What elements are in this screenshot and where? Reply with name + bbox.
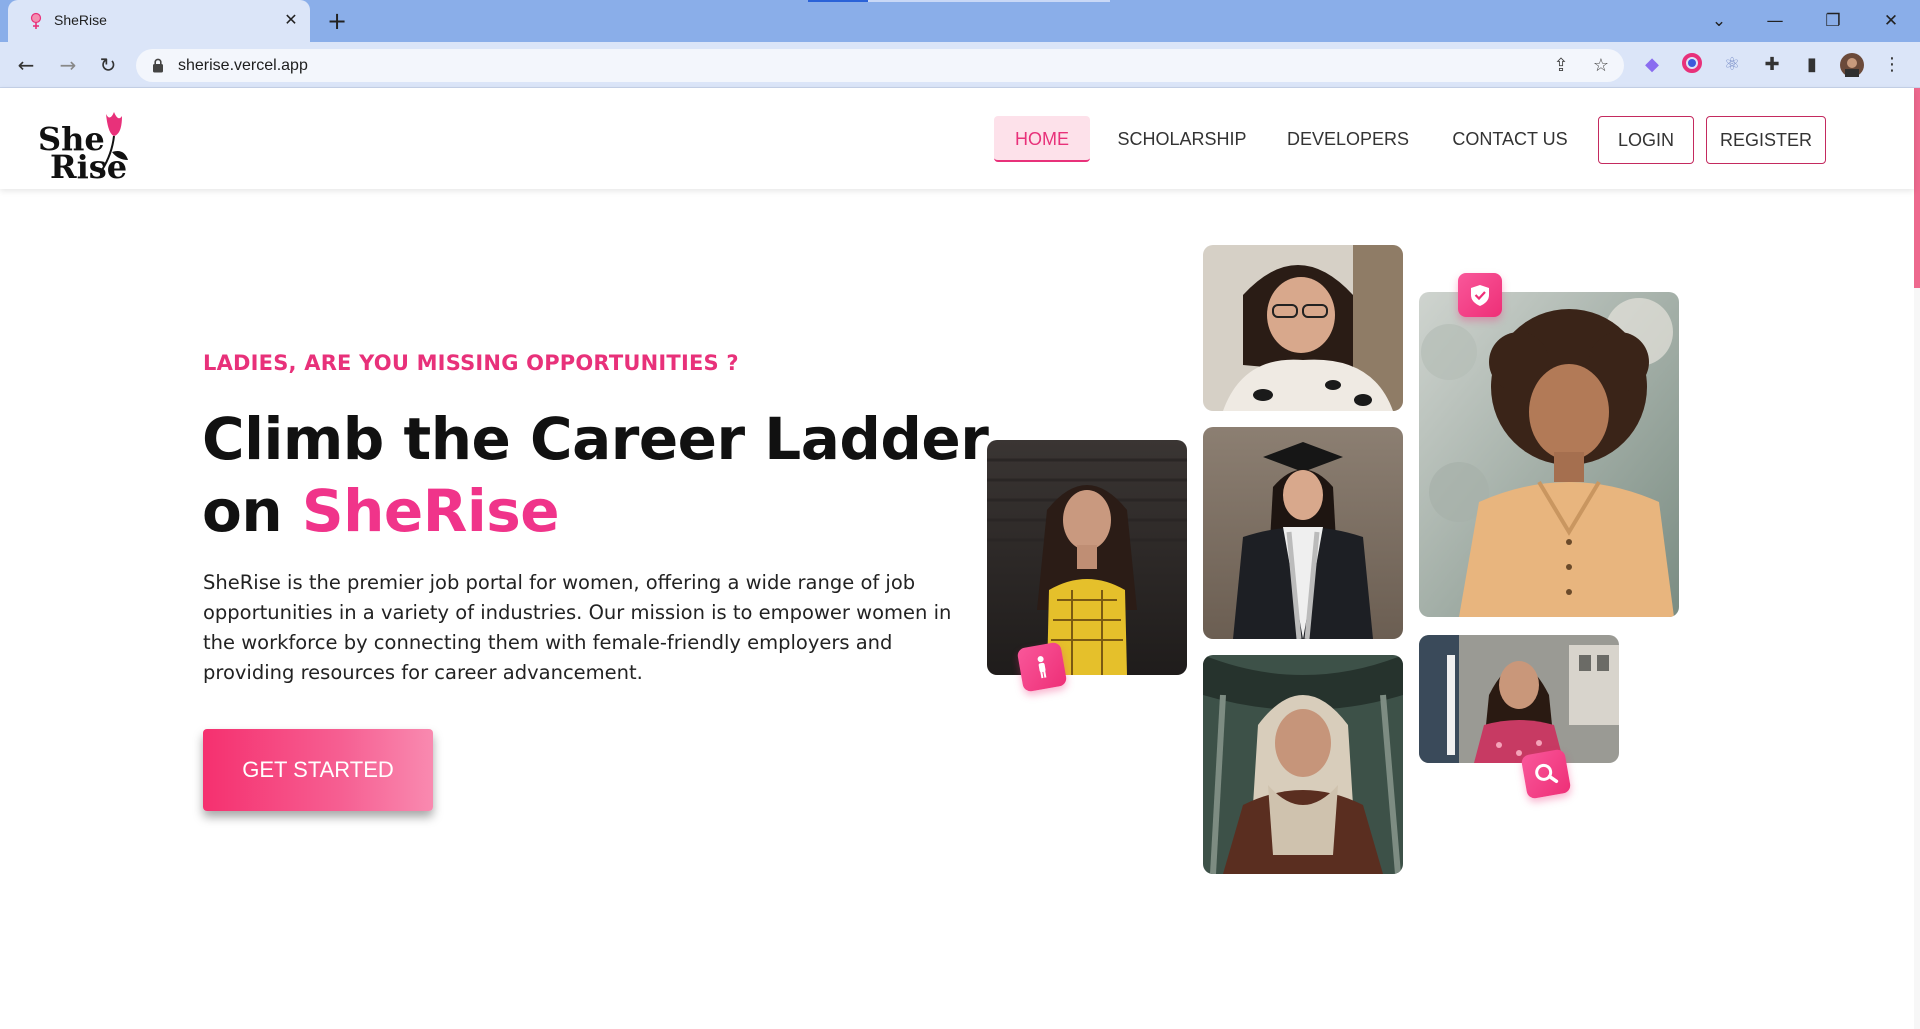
- person-badge: [1016, 641, 1068, 693]
- browser-menu-icon[interactable]: ⋮: [1880, 53, 1904, 77]
- extension-react-icon[interactable]: ⚛: [1720, 53, 1744, 77]
- person-icon: [1037, 656, 1047, 679]
- minimize-button[interactable]: —: [1752, 6, 1798, 36]
- reload-icon[interactable]: ↻: [92, 49, 124, 81]
- photo-woman-yellow-top: [987, 440, 1187, 675]
- back-arrow-icon[interactable]: ←: [10, 49, 42, 81]
- headline-brand: SheRise: [301, 477, 560, 545]
- headline-prefix: on: [202, 477, 302, 545]
- sherise-logo[interactable]: She Rise: [36, 112, 132, 183]
- forward-arrow-icon[interactable]: →: [52, 49, 84, 81]
- extension-drop-icon[interactable]: ◆: [1640, 53, 1664, 77]
- headline-line-2: on SheRise: [202, 475, 988, 547]
- new-tab-button[interactable]: +: [324, 9, 350, 35]
- headline-line-1: Climb the Career Ladder: [202, 405, 989, 473]
- shield-check-icon: [1471, 285, 1489, 306]
- site-header: She Rise HOME SCHOLARSHIP DEVELOPERS CON…: [0, 88, 1914, 189]
- get-started-button[interactable]: GET STARTED: [203, 729, 433, 811]
- tab-title: SheRise: [54, 12, 107, 28]
- hero-eyebrow: LADIES, ARE YOU MISSING OPPORTUNITIES ?: [203, 351, 739, 375]
- photo-woman-graduation: [1203, 427, 1403, 639]
- photo-woman-curly-hair: [1419, 292, 1679, 617]
- tab-strip-highlight-faint: [868, 0, 1110, 2]
- close-tab-icon[interactable]: ✕: [280, 9, 302, 31]
- search-icon: [1535, 763, 1559, 784]
- hero-headline: Climb the Career Ladder on SheRise: [202, 403, 989, 547]
- side-panel-icon[interactable]: ▮: [1800, 53, 1824, 77]
- nav-home[interactable]: HOME: [994, 116, 1090, 162]
- extension-color-icon[interactable]: [1680, 53, 1704, 77]
- photo-woman-pink-top: [1419, 635, 1619, 763]
- login-button[interactable]: LOGIN: [1598, 116, 1694, 164]
- photo-woman-glasses: [1203, 245, 1403, 411]
- page: She Rise HOME SCHOLARSHIP DEVELOPERS CON…: [0, 88, 1920, 1029]
- address-bar[interactable]: sherise.vercel.app ⇪ ☆: [136, 49, 1624, 82]
- register-button[interactable]: REGISTER: [1706, 116, 1826, 164]
- profile-avatar[interactable]: [1840, 53, 1864, 77]
- photo-woman-hijab: [1203, 655, 1403, 874]
- page-scrollbar[interactable]: [1914, 88, 1920, 1029]
- nav-scholarship[interactable]: SCHOLARSHIP: [1112, 116, 1252, 162]
- shield-check-badge: [1458, 273, 1502, 317]
- tab-strip-highlight: [808, 0, 868, 2]
- close-window-button[interactable]: ✕: [1868, 6, 1914, 36]
- lock-icon: [153, 58, 163, 73]
- browser-toolbar: ← → ↻ sherise.vercel.app ⇪ ☆ ◆ ⚛ ✚ ▮ ⋮: [0, 42, 1920, 88]
- female-symbol-icon: [30, 12, 42, 29]
- share-icon[interactable]: ⇪: [1550, 55, 1572, 77]
- tab-search-chevron-icon[interactable]: ⌄: [1696, 6, 1742, 36]
- extensions-puzzle-icon[interactable]: ✚: [1760, 53, 1784, 77]
- browser-tab[interactable]: SheRise ✕: [8, 0, 310, 42]
- url-text: sherise.vercel.app: [178, 57, 308, 74]
- restore-button[interactable]: ❐: [1810, 6, 1856, 36]
- browser-tab-strip: SheRise ✕ + ⌄ — ❐ ✕: [0, 0, 1920, 42]
- hero-description: SheRise is the premier job portal for wo…: [203, 571, 952, 684]
- nav-developers[interactable]: DEVELOPERS: [1284, 116, 1412, 162]
- scrollbar-thumb[interactable]: [1914, 88, 1920, 288]
- tulip-flower-icon: [101, 112, 128, 171]
- bookmark-star-icon[interactable]: ☆: [1590, 55, 1612, 77]
- search-badge: [1520, 748, 1572, 800]
- nav-contact-us[interactable]: CONTACT US: [1444, 116, 1576, 162]
